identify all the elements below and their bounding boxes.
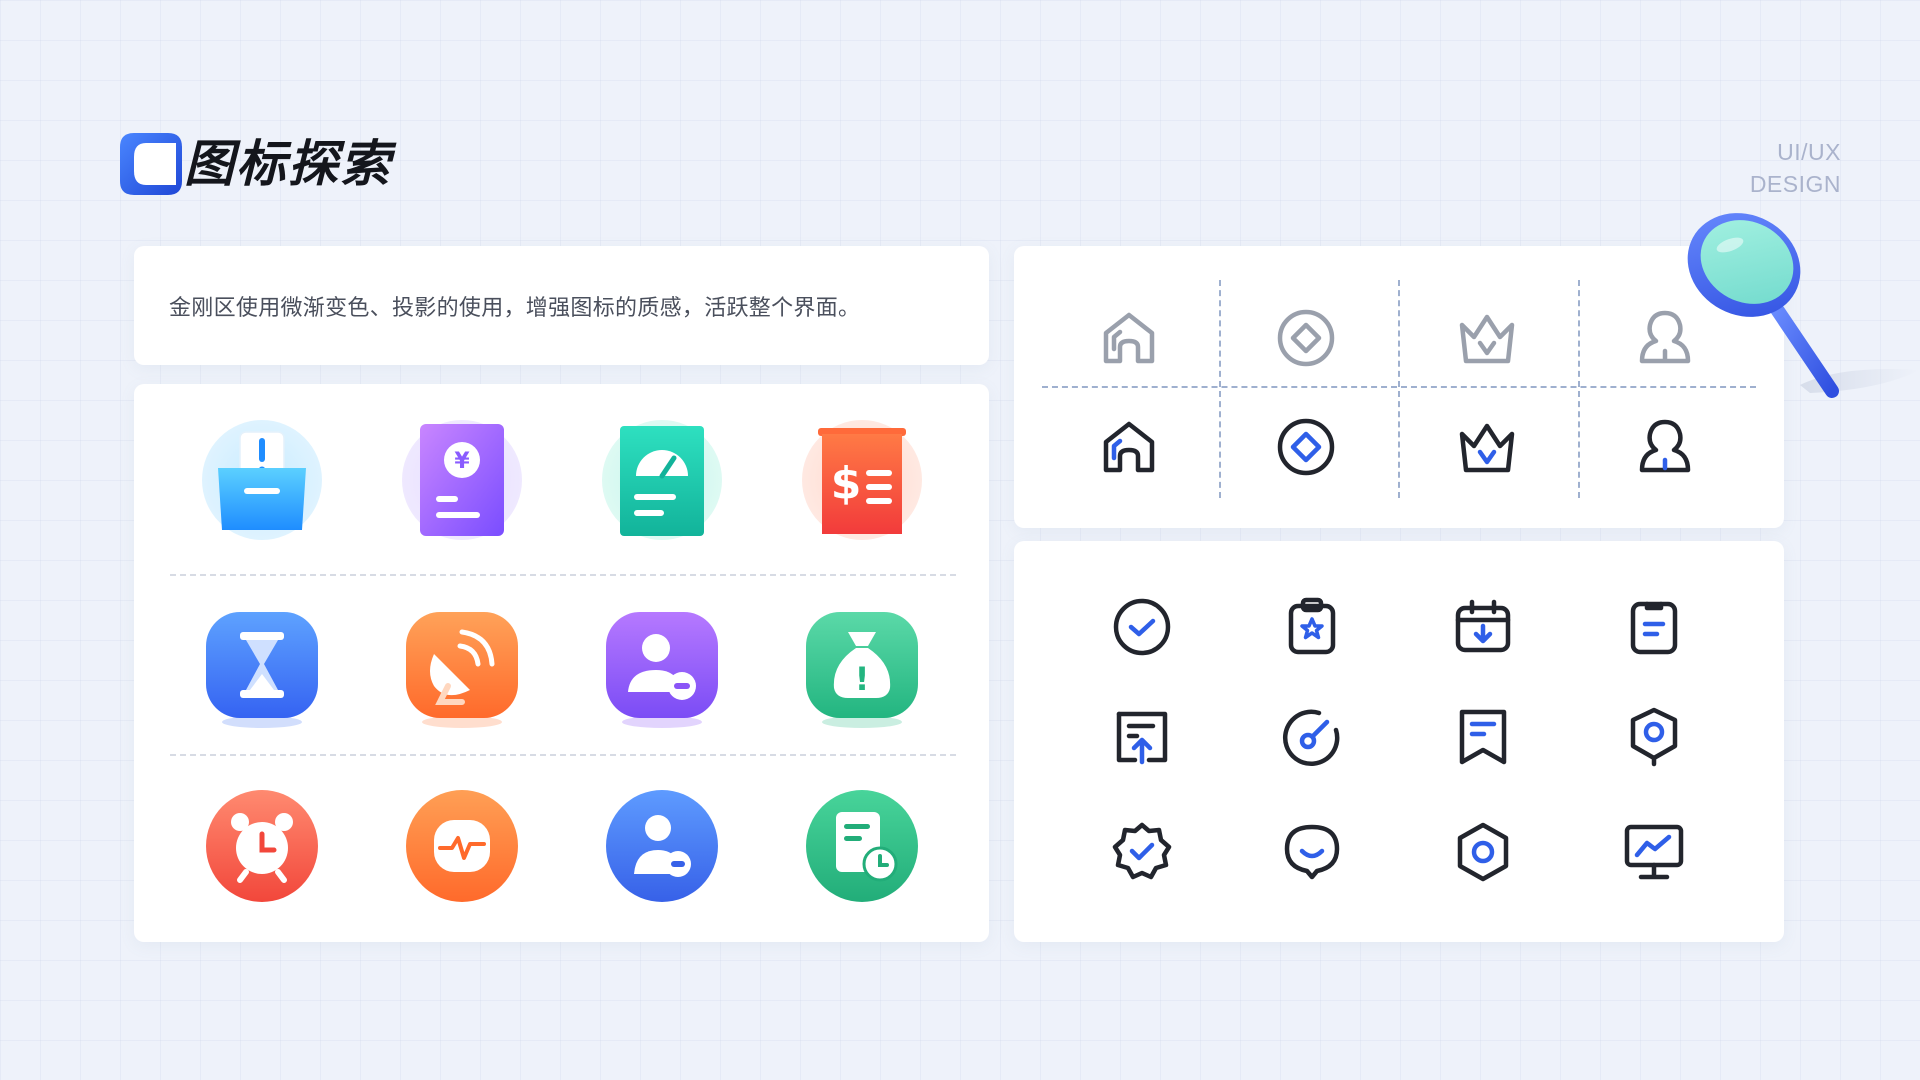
brand-line-2: DESIGN (1749, 171, 1841, 197)
gradient-icon-card: ¥ $ ! (134, 384, 989, 942)
crown-icon (1459, 423, 1515, 473)
magnifier-decoration (1680, 205, 1920, 425)
verified-badge-icon (1112, 822, 1172, 880)
line-icon-slot[interactable] (1452, 596, 1514, 658)
bookmark-icon (1459, 709, 1507, 765)
gauge-icon (1282, 709, 1340, 767)
line-icon-slot[interactable] (1111, 821, 1173, 883)
column-divider (1219, 280, 1221, 498)
line-icon-slot[interactable] (1452, 706, 1514, 768)
satellite-dish-icon (406, 612, 518, 728)
outline-compare-card (1014, 246, 1784, 528)
grad-icon-slot[interactable]: $ (800, 418, 924, 542)
user-minus-icon (606, 790, 718, 902)
page-header: 图标探索 (120, 132, 392, 196)
brand-line-1: UI/UX (1777, 139, 1841, 165)
grad-icon-slot[interactable] (800, 784, 924, 908)
diamond-icon (1277, 309, 1335, 367)
inbox-alert-icon (202, 420, 322, 540)
heart-rate-icon (406, 790, 518, 902)
document-upload-icon (1116, 711, 1168, 765)
compare-icon-slot[interactable] (1098, 416, 1160, 478)
alarm-clock-icon (206, 790, 318, 902)
home-icon (1103, 421, 1155, 473)
grad-icon-slot[interactable] (200, 606, 324, 730)
monitor-chart-icon (1624, 824, 1684, 880)
column-divider (1578, 280, 1580, 498)
dollar-list-icon: $ (802, 420, 922, 540)
page-title: 图标探索 (184, 135, 392, 193)
compare-icon-slot[interactable] (1275, 416, 1337, 478)
grad-icon-slot[interactable] (600, 606, 724, 730)
document-clock-icon (806, 790, 918, 902)
line-icon-slot[interactable] (1623, 596, 1685, 658)
chat-smile-icon (1284, 824, 1340, 880)
user-remove-icon (606, 612, 718, 728)
grad-icon-slot[interactable] (400, 606, 524, 730)
line-icon-slot[interactable] (1111, 596, 1173, 658)
row-divider (170, 574, 956, 576)
alert-glyph: ! (855, 660, 870, 698)
clipboard-star-icon (1288, 597, 1336, 655)
row-divider (170, 754, 956, 756)
brand-tag: UI/UX DESIGN (1750, 136, 1841, 200)
line-icon-slot[interactable] (1281, 821, 1343, 883)
compare-icon-slot[interactable] (1456, 307, 1518, 369)
grad-icon-slot[interactable] (200, 418, 324, 542)
logo-mark-icon (120, 133, 182, 195)
description-text: 金刚区使用微渐变色、投影的使用，增强图标的质感，活跃整个界面。 (169, 296, 861, 321)
compare-icon-slot[interactable] (1634, 416, 1696, 478)
home-icon (1103, 312, 1155, 364)
compare-icon-slot[interactable] (1098, 307, 1160, 369)
money-bag-alert-icon: ! (806, 612, 918, 728)
diamond-icon (1277, 418, 1335, 476)
location-badge-icon (1630, 707, 1678, 767)
compare-icon-slot[interactable] (1456, 416, 1518, 478)
grad-icon-slot[interactable]: ¥ (400, 418, 524, 542)
line-icon-slot[interactable] (1623, 821, 1685, 883)
calendar-download-icon (1455, 599, 1511, 653)
yuan-glyph: ¥ (454, 449, 470, 474)
grad-icon-slot[interactable] (600, 418, 724, 542)
user-icon (1639, 419, 1691, 473)
row-divider (1042, 386, 1756, 388)
grad-icon-slot[interactable] (600, 784, 724, 908)
dollar-glyph: $ (831, 458, 862, 509)
clipboard-list-icon (1630, 601, 1678, 655)
grad-icon-slot[interactable] (400, 784, 524, 908)
hexagon-settings-icon (1457, 822, 1509, 882)
line-icon-slot[interactable] (1281, 596, 1343, 658)
line-icon-slot[interactable] (1281, 706, 1343, 768)
hourglass-icon (206, 612, 318, 728)
description-card: 金刚区使用微渐变色、投影的使用，增强图标的质感，活跃整个界面。 (134, 246, 989, 365)
check-circle-icon (1113, 598, 1171, 656)
line-icon-card (1014, 541, 1784, 942)
magnifier-icon (1687, 213, 1920, 398)
line-icon-slot[interactable] (1623, 706, 1685, 768)
line-icon-slot[interactable] (1452, 821, 1514, 883)
column-divider (1398, 280, 1400, 498)
compare-icon-slot[interactable] (1275, 307, 1337, 369)
speed-report-icon (602, 420, 722, 540)
crown-icon (1459, 314, 1515, 364)
grad-icon-slot[interactable] (200, 784, 324, 908)
grad-icon-slot[interactable]: ! (800, 606, 924, 730)
yuan-bill-icon: ¥ (402, 420, 522, 540)
line-icon-slot[interactable] (1111, 706, 1173, 768)
